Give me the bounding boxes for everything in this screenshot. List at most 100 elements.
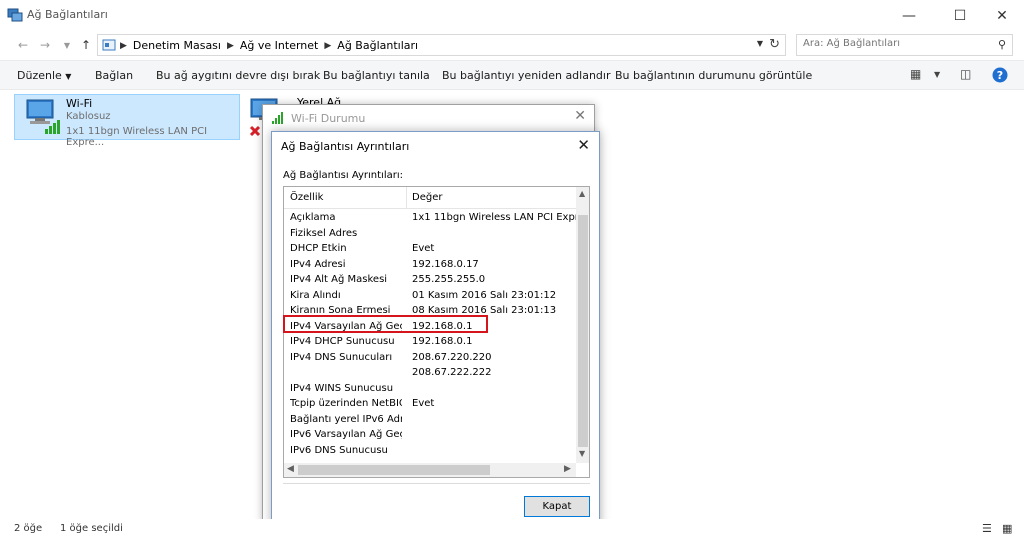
signal-icon — [272, 112, 283, 124]
gateway-highlight — [283, 315, 488, 333]
refresh-icon[interactable]: ↻ — [769, 37, 780, 52]
details-dialog-title: Ağ Bağlantısı Ayrıntıları — [281, 140, 410, 153]
wifi-status-title: Wi-Fi Durumu — [291, 112, 366, 125]
details-label: Ağ Bağlantısı Ayrıntıları: — [283, 170, 403, 181]
value-cell: 255.255.255.0 — [412, 274, 486, 285]
chevron-down-icon: ▼ — [65, 72, 72, 81]
list-item[interactable]: 208.67.222.222 — [284, 366, 576, 382]
window-title: Ağ Bağlantıları — [27, 8, 108, 21]
value-cell: Evet — [412, 243, 435, 254]
scroll-thumb[interactable] — [578, 215, 588, 447]
selected-count: 1 öğe seçildi — [60, 523, 123, 534]
svg-text:?: ? — [997, 69, 1003, 82]
arrow-left-icon: ← — [17, 38, 29, 52]
diagnose-button[interactable]: Bu bağlantıyı tanıla — [323, 69, 430, 82]
wifi-name: Wi-Fi — [66, 97, 93, 110]
property-cell: IPv4 Alt Ağ Maskesi — [290, 274, 388, 285]
search-icon[interactable]: ⚲ — [998, 38, 1006, 51]
organize-label: Düzenle — [17, 69, 62, 82]
status-bar: 2 öğe 1 öğe seçildi ☰ ▦ — [0, 519, 1024, 539]
horizontal-scrollbar[interactable]: ◀ ▶ — [284, 463, 576, 477]
value-cell: 192.168.0.17 — [412, 258, 479, 270]
close-icon: ✕ — [996, 7, 1008, 24]
list-rows: Açıklama 1x1 11bgn Wireless LAN PCI Expre… — [284, 211, 576, 459]
address-bar[interactable]: ▶ Denetim Masası ▶ Ağ ve Internet ▶ Ağ B… — [97, 34, 786, 56]
list-item[interactable]: DHCP Etkin Evet — [284, 242, 576, 258]
change-view-icon[interactable]: ▦ — [910, 67, 921, 81]
wifi-type: Kablosuz — [66, 111, 111, 122]
scroll-right-icon[interactable]: ▶ — [564, 464, 571, 474]
address-row: ← → ▼ ↑ ▶ Denetim Masası ▶ Ağ ve Interne… — [0, 31, 1024, 59]
search-input[interactable] — [803, 38, 983, 49]
list-item[interactable]: IPv4 DHCP Sunucusu 192.168.0.1 — [284, 335, 576, 351]
close-icon[interactable]: ✕ — [577, 136, 590, 154]
connect-button[interactable]: Bağlan — [95, 69, 133, 82]
large-icons-view-icon[interactable]: ▦ — [1002, 522, 1012, 535]
help-icon[interactable]: ? — [992, 67, 1008, 83]
item-count: 2 öğe — [14, 523, 43, 534]
view-status-button[interactable]: Bu bağlantının durumunu görüntüle — [615, 69, 812, 82]
value-cell: 208.67.220.220 — [412, 351, 492, 363]
command-bar: Düzenle ▼ Bağlan Bu ağ aygıtını devre dı… — [0, 60, 1024, 90]
close-dialog-button[interactable]: Kapat — [524, 496, 590, 517]
column-divider[interactable] — [406, 187, 407, 209]
wifi-adapter: 1x1 11bgn Wireless LAN PCI Expre... — [66, 126, 208, 148]
wifi-connection-item[interactable]: Wi-Fi Kablosuz 1x1 11bgn Wireless LAN PC… — [14, 94, 240, 148]
column-property[interactable]: Özellik — [290, 192, 323, 203]
list-item[interactable]: IPv4 WINS Sunucusu — [284, 382, 576, 398]
property-cell: Açıklama — [290, 212, 336, 223]
minimize-button[interactable]: — — [886, 0, 932, 31]
chevron-right-icon: ▶ — [226, 40, 234, 51]
breadcrumb-control-panel[interactable]: Denetim Masası — [133, 39, 221, 52]
breadcrumb-network-internet[interactable]: Ağ ve Internet — [240, 39, 318, 52]
list-item[interactable]: IPv6 Varsayılan Ağ Geçidi — [284, 428, 576, 444]
list-item[interactable]: IPv4 Adresi 192.168.0.17 — [284, 258, 576, 274]
list-item[interactable]: IPv4 Alt Ağ Maskesi 255.255.255.0 — [284, 273, 576, 289]
search-box[interactable]: ⚲ — [796, 34, 1013, 56]
value-cell: 01 Kasım 2016 Salı 23:01:12 — [412, 289, 557, 301]
scroll-down-icon[interactable]: ▼ — [579, 449, 585, 458]
vertical-scrollbar[interactable]: ▲ ▼ — [576, 187, 589, 463]
back-button[interactable]: ← — [14, 36, 32, 54]
property-cell: Kira Alındı — [290, 289, 341, 301]
breadcrumb-network-connections[interactable]: Ağ Bağlantıları — [337, 39, 418, 52]
list-item[interactable]: Açıklama 1x1 11bgn Wireless LAN PCI Expre… — [284, 211, 576, 227]
forward-button[interactable]: → — [36, 36, 54, 54]
list-item[interactable]: Tcpip üzerinden NetBIO... Evet — [284, 397, 576, 413]
property-cell: IPv6 DNS Sunucusu — [290, 444, 388, 456]
up-button[interactable]: ↑ — [77, 36, 95, 54]
disable-device-button[interactable]: Bu ağ aygıtını devre dışı bırak — [156, 69, 320, 82]
value-cell: 1x1 11bgn Wireless LAN PCI Express — [412, 212, 576, 223]
list-item[interactable]: IPv6 DNS Sunucusu — [284, 444, 576, 460]
list-header: Özellik Değer — [284, 187, 576, 209]
chevron-down-icon[interactable]: ▼ — [934, 70, 940, 79]
address-dropdown-icon[interactable]: ▼ — [757, 39, 763, 48]
rename-button[interactable]: Bu bağlantıyı yeniden adlandır — [442, 69, 611, 82]
arrow-right-icon: → — [39, 38, 51, 52]
chevron-right-icon: ▶ — [324, 40, 332, 51]
close-icon[interactable]: ✕ — [574, 108, 586, 124]
network-connections-icon — [7, 8, 23, 22]
recent-locations-button[interactable]: ▼ — [58, 36, 76, 54]
property-cell: IPv4 Adresi — [290, 258, 346, 270]
scroll-left-icon[interactable]: ◀ — [287, 464, 294, 474]
property-cell: IPv4 DHCP Sunucusu — [290, 336, 395, 347]
list-item[interactable]: Bağlantı yerel IPv6 Adresi — [284, 413, 576, 429]
close-button[interactable]: ✕ — [979, 0, 1024, 31]
list-item[interactable]: Kira Alındı 01 Kasım 2016 Salı 23:01:12 — [284, 289, 576, 305]
list-item[interactable]: IPv4 DNS Sunucuları 208.67.220.220 — [284, 351, 576, 367]
value-cell: Evet — [412, 398, 435, 409]
column-value[interactable]: Değer — [412, 192, 442, 203]
organize-button[interactable]: Düzenle ▼ — [17, 69, 71, 82]
property-cell: DHCP Etkin — [290, 243, 347, 254]
property-cell: IPv4 WINS Sunucusu — [290, 382, 394, 394]
scroll-up-icon[interactable]: ▲ — [579, 189, 585, 198]
value-cell: 192.168.0.1 — [412, 336, 473, 347]
preview-pane-icon[interactable]: ◫ — [960, 67, 971, 81]
list-item[interactable]: Fiziksel Adres — [284, 227, 576, 243]
maximize-button[interactable]: ☐ — [937, 0, 983, 31]
details-view-icon[interactable]: ☰ — [982, 522, 992, 535]
scroll-thumb[interactable] — [298, 465, 490, 475]
property-cell: Tcpip üzerinden NetBIO... — [290, 398, 402, 409]
property-cell: IPv6 Varsayılan Ağ Geçidi — [290, 429, 402, 440]
